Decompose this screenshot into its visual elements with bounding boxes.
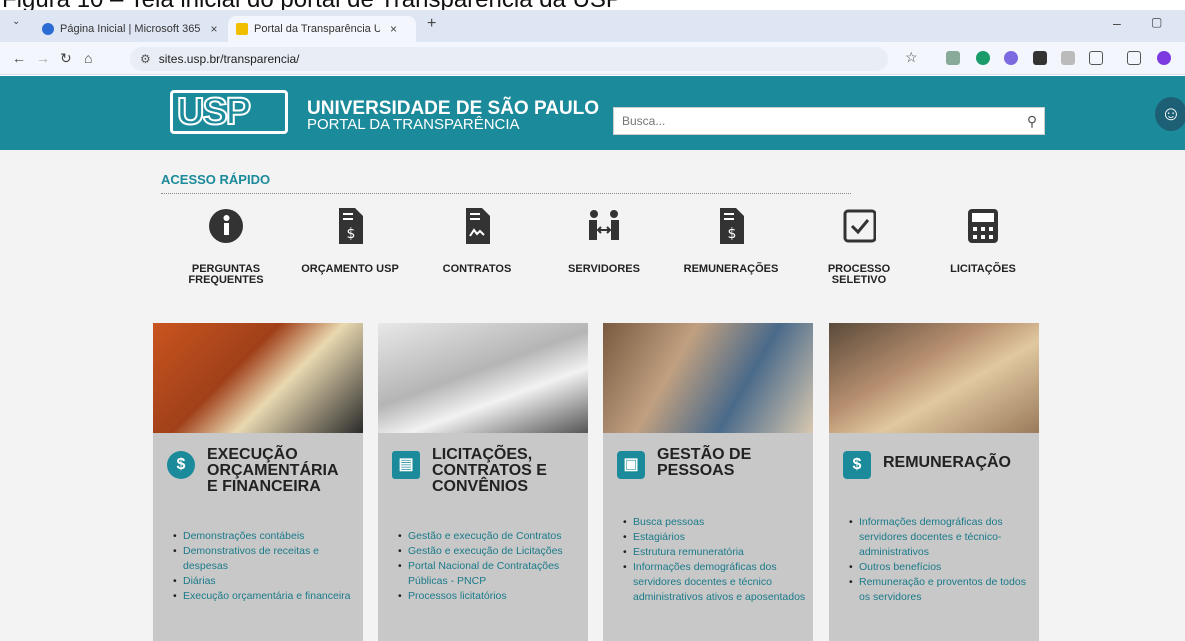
quick-item-licitacoes[interactable]: LICITAÇÕES (928, 208, 1038, 275)
browser-tab-bar: ⌄ Página Inicial | Microsoft 365 × Porta… (0, 10, 1185, 42)
quick-item-contratos[interactable]: CONTRATOS (422, 208, 532, 275)
cast-icon[interactable] (1127, 51, 1141, 65)
card-link[interactable]: Processos licitatórios (398, 589, 588, 604)
usp-logo[interactable]: USP (170, 90, 288, 134)
card-photo-calculator (153, 323, 363, 433)
card-title: GESTÃO DE PESSOAS (657, 446, 752, 479)
browser-toolbar: ← → ↻ ⌂ ⚙ sites.usp.br/transparencia/ ☆ (0, 42, 1185, 75)
card-link[interactable]: Demonstrativos de receitas e despesas (173, 544, 363, 574)
checkbox-icon (842, 208, 877, 244)
quick-item-label: PROCESSO SELETIVO (827, 263, 891, 286)
extensions-puzzle-icon[interactable] (1089, 51, 1103, 65)
card-link[interactable]: Informações demográficas dos servidores … (849, 515, 1039, 560)
quick-item-remuneracoes[interactable]: $ REMUNERAÇÕES (676, 208, 786, 275)
card-links: Informações demográficas dos servidores … (849, 515, 1039, 605)
search-input[interactable] (614, 108, 1020, 134)
card-photo-money (829, 323, 1039, 433)
divider (161, 193, 851, 194)
calculator-icon (966, 208, 1000, 244)
extension-icon[interactable] (976, 51, 990, 65)
microsoft-365-favicon-icon (42, 23, 54, 35)
card-remuneracao[interactable]: $ REMUNERAÇÃO Informações demográficas d… (829, 323, 1039, 641)
card-link[interactable]: Estagiários (623, 530, 813, 545)
quick-item-label: PERGUNTAS FREQUENTES (188, 263, 264, 286)
card-title: EXECUÇÃO ORÇAMENTÁRIA E FINANCEIRA (207, 446, 338, 495)
quick-item-perguntas-frequentes[interactable]: PERGUNTAS FREQUENTES (171, 208, 281, 286)
new-tab-button[interactable]: + (427, 15, 436, 33)
extension-icon[interactable] (1061, 51, 1075, 65)
tab-portal-transparencia[interactable]: Portal da Transparência USP – U × (228, 16, 416, 42)
extension-icon[interactable] (1004, 51, 1018, 65)
svg-text:$: $ (728, 226, 737, 242)
search-box: ⚲ (613, 107, 1045, 135)
document-dollar-icon: $ (333, 208, 367, 244)
close-tab-icon[interactable]: × (210, 22, 217, 36)
quick-item-label: SERVIDORES (568, 263, 640, 275)
card-link[interactable]: Diárias (173, 574, 363, 589)
card-link[interactable]: Remuneração e proventos de todos os serv… (849, 575, 1039, 605)
quick-access-title: ACESSO RÁPIDO (161, 172, 271, 187)
accessibility-icon[interactable]: ☺ (1155, 97, 1185, 131)
card-gestao-pessoas[interactable]: ▣ GESTÃO DE PESSOAS Busca pessoas Estagi… (603, 323, 813, 641)
back-icon[interactable]: ← (12, 50, 26, 66)
info-icon (209, 208, 243, 244)
search-icon[interactable]: ⚲ (1020, 113, 1044, 130)
tab-label: Página Inicial | Microsoft 365 (60, 23, 201, 35)
quick-item-orcamento-usp[interactable]: $ ORÇAMENTO USP (295, 208, 405, 275)
quick-item-label: ORÇAMENTO USP (301, 263, 399, 275)
maximize-button[interactable]: ▢ (1151, 15, 1162, 29)
reload-icon[interactable]: ↻ (60, 50, 72, 67)
extension-icon[interactable] (1033, 51, 1047, 65)
card-licitacoes-contratos[interactable]: ▤ LICITAÇÕES, CONTRATOS E CONVÊNIOS Gest… (378, 323, 588, 641)
portal-name: PORTAL DA TRANSPARÊNCIA (307, 116, 520, 133)
card-link[interactable]: Outros benefícios (849, 560, 1039, 575)
quick-item-processo-seletivo[interactable]: PROCESSO SELETIVO (804, 208, 914, 286)
quick-item-label: REMUNERAÇÕES (683, 263, 779, 275)
quick-item-servidores[interactable]: SERVIDORES (549, 208, 659, 275)
home-icon[interactable]: ⌂ (84, 50, 92, 66)
document-dollar-icon: $ (843, 451, 871, 479)
id-card-icon: ▣ (617, 451, 645, 479)
tab-microsoft-365[interactable]: Página Inicial | Microsoft 365 × (34, 16, 225, 42)
card-link[interactable]: Estrutura remuneratória (623, 545, 813, 560)
usp-favicon-icon (236, 23, 248, 35)
main-content: ACESSO RÁPIDO PERGUNTAS FREQUENTES $ ORÇ… (0, 150, 1185, 641)
figure-caption: Figura 10 – Tela inicial do portal de Tr… (0, 0, 1185, 10)
card-photo-meeting (603, 323, 813, 433)
card-link[interactable]: Demonstrações contábeis (173, 529, 363, 544)
dollar-icon: $ (167, 451, 195, 479)
people-exchange-icon (587, 208, 621, 244)
url-text: sites.usp.br/transparencia/ (158, 52, 300, 66)
card-link[interactable]: Portal Nacional de Contratações Públicas… (398, 559, 588, 589)
profile-avatar-icon[interactable] (1157, 51, 1171, 65)
extension-icon[interactable] (946, 51, 960, 65)
card-link[interactable]: Execução orçamentária e financeira (173, 589, 363, 604)
quick-item-label: LICITAÇÕES (950, 263, 1016, 275)
site-header: USP UNIVERSIDADE DE SÃO PAULO PORTAL DA … (0, 76, 1185, 150)
card-photo-signing (378, 323, 588, 433)
card-execucao-orcamentaria[interactable]: $ EXECUÇÃO ORÇAMENTÁRIA E FINANCEIRA Dem… (153, 323, 363, 641)
close-tab-icon[interactable]: × (390, 22, 397, 36)
document-signature-icon (460, 208, 494, 244)
card-links: Busca pessoas Estagiários Estrutura remu… (623, 515, 813, 605)
forward-icon[interactable]: → (36, 50, 50, 66)
site-info-icon[interactable]: ⚙ (140, 52, 151, 66)
card-title: REMUNERAÇÃO (883, 454, 1011, 471)
document-dollar-icon: $ (714, 208, 748, 244)
card-title: LICITAÇÕES, CONTRATOS E CONVÊNIOS (432, 446, 547, 495)
bookmark-star-icon[interactable]: ☆ (905, 49, 918, 66)
card-link[interactable]: Gestão e execução de Licitações (398, 544, 588, 559)
card-links: Gestão e execução de Contratos Gestão e … (398, 529, 588, 604)
tab-label: Portal da Transparência USP – U (254, 23, 380, 35)
quick-item-label: CONTRATOS (442, 263, 512, 275)
address-bar[interactable]: ⚙ sites.usp.br/transparencia/ (130, 47, 888, 71)
card-link[interactable]: Gestão e execução de Contratos (398, 529, 588, 544)
minimize-button[interactable]: – (1113, 15, 1121, 31)
card-link[interactable]: Busca pessoas (623, 515, 813, 530)
tab-list-chevron-icon[interactable]: ⌄ (12, 16, 20, 27)
card-links: Demonstrações contábeis Demonstrativos d… (173, 529, 363, 604)
document-icon: ▤ (392, 451, 420, 479)
svg-text:$: $ (347, 226, 356, 242)
card-link[interactable]: Informações demográficas dos servidores … (623, 560, 813, 605)
